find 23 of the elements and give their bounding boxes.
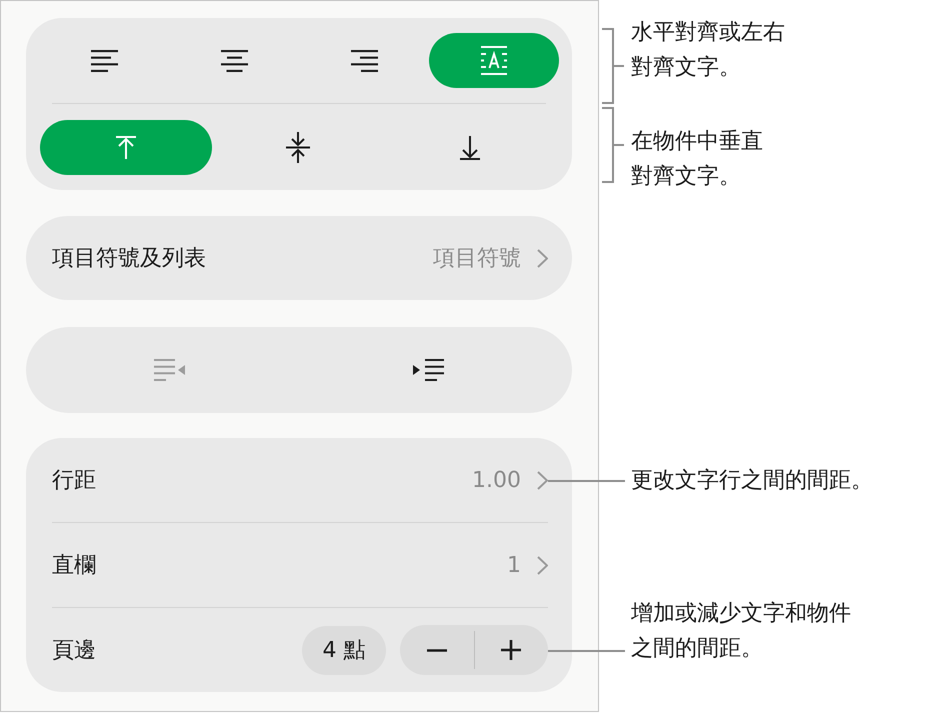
row-label: 頁邊	[52, 637, 97, 665]
chevron-right-icon	[537, 248, 548, 268]
bullets-value: 項目符號	[433, 245, 521, 273]
justify-text-icon	[481, 46, 507, 75]
row-label: 行距	[52, 467, 97, 495]
align-middle-icon	[286, 132, 310, 163]
callout-text: 水平對齊或左右對齊文字。	[631, 19, 786, 82]
callout-text: 在物件中垂直對齊文字。	[631, 128, 764, 191]
align-center-icon	[220, 50, 248, 72]
row-label: 直欄	[52, 552, 97, 580]
align-top-icon	[116, 136, 136, 159]
callout-text: 更改文字行之間的間距。	[631, 467, 873, 495]
margin-value-field[interactable]: 4 點	[302, 626, 386, 674]
minus-icon	[426, 648, 447, 652]
align-left-icon	[90, 50, 118, 72]
chevron-right-icon[interactable]	[537, 556, 548, 574]
align-bottom-icon	[460, 136, 480, 160]
bullets-and-lists-row[interactable]: 項目符號及列表 項目符號	[26, 216, 572, 300]
align-right-icon	[350, 50, 378, 72]
plus-icon	[501, 640, 522, 660]
chevron-right-icon[interactable]	[537, 470, 548, 490]
callout-text: 增加或減少文字和物件之間的間距。	[631, 600, 852, 663]
bullets-label: 項目符號及列表	[52, 245, 207, 273]
